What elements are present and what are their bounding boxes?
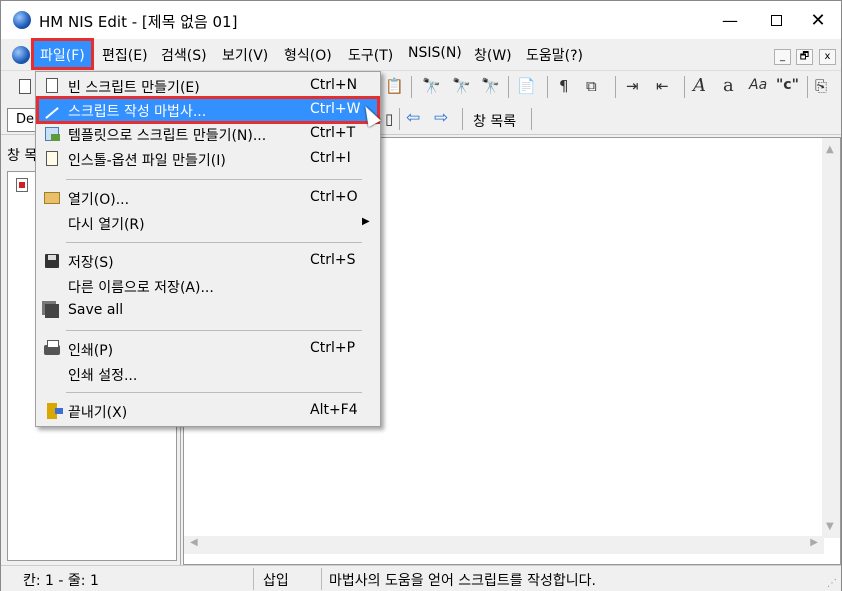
menu-separator <box>66 330 362 331</box>
menu-new-from-template[interactable]: 템플릿으로 스크립트 만들기(N)... Ctrl+T <box>38 122 378 146</box>
new-document-icon <box>42 77 62 95</box>
scroll-down-arrow-icon[interactable]: ▼ <box>826 521 834 532</box>
insert-snippet-icon[interactable]: ⎘ <box>815 77 827 95</box>
title-bar: HM NIS Edit - [제목 없음 01] — ✕ <box>1 1 841 39</box>
status-bar: 칸: 1 - 줄: 1 삽입 마법사의 도움을 얻어 스크립트를 작성합니다. … <box>1 565 841 591</box>
horizontal-scrollbar[interactable]: ◀ ▶ <box>184 536 824 554</box>
menu-save[interactable]: 저장(S) Ctrl+S <box>38 249 378 273</box>
menu-file[interactable]: 파일(F) <box>31 38 94 70</box>
mdi-close-button[interactable]: x <box>819 49 836 65</box>
scheme-combo[interactable]: De <box>7 108 37 132</box>
replace-icon[interactable]: 🔭 <box>481 77 500 95</box>
new-file-toolbar-icon[interactable] <box>19 78 31 98</box>
menu-script-wizard[interactable]: 스크립트 작성 마법사... Ctrl+W <box>36 96 380 124</box>
status-message: 마법사의 도움을 얻어 스크립트를 작성합니다. <box>329 573 596 589</box>
menu-new-installoptions[interactable]: 인스톨-옵션 파일 만들기(I) Ctrl+I <box>38 147 378 171</box>
goto-line-icon[interactable]: 📄 <box>517 77 536 95</box>
document-system-menu-icon[interactable] <box>12 46 30 64</box>
find-next-icon[interactable]: 🔭 <box>452 77 471 95</box>
mdi-minimize-button[interactable]: _ <box>774 49 791 65</box>
scroll-right-arrow-icon[interactable]: ▶ <box>810 537 818 548</box>
insert-mode: 삽입 <box>263 573 289 589</box>
save-all-icon <box>42 302 62 320</box>
menu-edit[interactable]: 편집(E) <box>102 45 148 65</box>
menu-new-script[interactable]: 빈 스크립트 만들기(E) Ctrl+N <box>38 74 378 98</box>
menu-bar: 파일(F) 편집(E) 검색(S) 보기(V) 형식(O) 도구(T) NSIS… <box>1 38 841 71</box>
font-icon[interactable]: A <box>693 75 706 96</box>
save-disk-icon <box>42 252 62 270</box>
menu-reopen[interactable]: 다시 열기(R) ▶ <box>38 211 378 235</box>
menu-view[interactable]: 보기(V) <box>222 45 268 65</box>
quote-string-icon[interactable]: "c" <box>776 77 799 93</box>
file-menu-dropdown: 빈 스크립트 만들기(E) Ctrl+N 스크립트 작성 마법사... Ctrl… <box>35 71 381 427</box>
menu-separator <box>66 179 362 180</box>
next-window-icon[interactable]: ⇨ <box>434 108 448 128</box>
menu-separator <box>66 242 362 243</box>
script-document-icon[interactable] <box>16 178 28 192</box>
scroll-up-arrow-icon[interactable]: ▲ <box>826 144 834 155</box>
indent-icon[interactable]: ⇥ <box>626 77 639 95</box>
app-window: HM NIS Edit - [제목 없음 01] — ✕ 파일(F) 편집(E)… <box>0 0 842 591</box>
ini-file-icon <box>42 150 62 168</box>
word-wrap-icon[interactable]: ⧉ <box>586 77 597 95</box>
scroll-left-arrow-icon[interactable]: ◀ <box>190 537 198 548</box>
menu-tools[interactable]: 도구(T) <box>348 45 393 65</box>
mdi-restore-button[interactable]: 🗗 <box>796 49 813 65</box>
template-icon <box>42 125 62 143</box>
app-globe-icon <box>13 11 31 29</box>
menu-print[interactable]: 인쇄(P) Ctrl+P <box>38 337 378 361</box>
submenu-arrow-icon: ▶ <box>362 216 370 227</box>
window-list-button[interactable]: 창 목록 <box>473 111 516 131</box>
maximize-icon <box>770 14 782 26</box>
menu-save-all[interactable]: Save all <box>38 299 378 323</box>
menu-help[interactable]: 도움말(?) <box>526 45 583 65</box>
menu-format[interactable]: 형식(O) <box>284 45 332 65</box>
window-title: HM NIS Edit - [제목 없음 01] <box>39 13 238 31</box>
minimize-button[interactable]: — <box>707 1 753 39</box>
paste-icon[interactable]: 📋 <box>385 77 404 95</box>
outdent-icon[interactable]: ⇤ <box>656 77 669 95</box>
find-icon[interactable]: 🔭 <box>422 77 441 95</box>
open-folder-icon <box>42 189 62 207</box>
tile-windows-icon[interactable]: ▯ <box>385 110 393 128</box>
menu-window[interactable]: 창(W) <box>474 45 512 65</box>
menu-nsis[interactable]: NSIS(N) <box>408 45 462 61</box>
close-button[interactable]: ✕ <box>795 1 841 39</box>
previous-window-icon[interactable]: ⇦ <box>406 108 420 128</box>
lowercase-icon[interactable]: a <box>723 75 734 96</box>
maximize-button[interactable] <box>753 1 799 39</box>
magic-wand-icon <box>42 101 62 119</box>
case-toggle-icon[interactable]: Aa <box>749 77 767 93</box>
menu-search[interactable]: 검색(S) <box>161 45 207 65</box>
paragraph-mark-icon[interactable]: ¶ <box>559 77 569 95</box>
printer-icon <box>42 340 62 358</box>
vertical-scrollbar[interactable]: ▲ ▼ <box>822 138 840 538</box>
cursor-position: 칸: 1 - 줄: 1 <box>23 573 99 589</box>
menu-print-setup[interactable]: 인쇄 설정... <box>38 362 378 386</box>
menu-open[interactable]: 열기(O)... Ctrl+O <box>38 186 378 210</box>
menu-exit[interactable]: 끝내기(X) Alt+F4 <box>38 399 378 423</box>
exit-door-icon <box>42 402 63 420</box>
panel-title: 창 목 <box>7 148 38 164</box>
menu-separator <box>66 392 362 393</box>
menu-save-as[interactable]: 다른 이름으로 저장(A)... <box>38 274 378 298</box>
resize-grip-icon[interactable]: ⋰ <box>827 578 837 589</box>
